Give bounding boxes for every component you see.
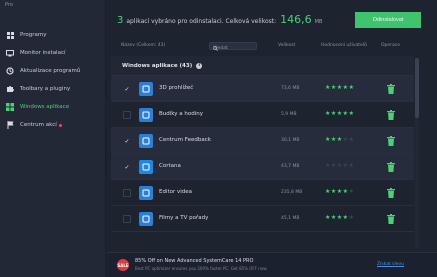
column-name[interactable]: Název (Celkem: 43) bbox=[121, 43, 165, 48]
table-row[interactable]: Filmy a TV pořady 45,1 MB ★★★★★ bbox=[111, 206, 414, 232]
app-list: Windows aplikace (43) i ✓ 3D prohlížeč 73,… bbox=[111, 56, 414, 249]
sale-icon: SALE bbox=[117, 259, 129, 271]
windows-apps-icon bbox=[6, 103, 14, 111]
sidebar: Pro Programy Monitor instalací Aktualiza… bbox=[0, 0, 106, 277]
sidebar-nav: Programy Monitor instalací Aktualizace p… bbox=[0, 26, 106, 134]
app-size: 235,8 MB bbox=[281, 190, 303, 195]
table-row[interactable]: ✓ 3D prohlížeč 73,6 MB ★★★★★ bbox=[111, 76, 414, 102]
app-size: 5,9 MB bbox=[281, 112, 297, 117]
app-size: 30,1 MB bbox=[281, 138, 300, 143]
search-placeholder: Hledat bbox=[213, 46, 228, 51]
film-icon bbox=[139, 212, 153, 226]
sidebar-item-label: Windows aplikace bbox=[20, 104, 70, 110]
table-row[interactable]: Editor videa 235,8 MB ★★★★★ bbox=[111, 180, 414, 206]
star-icon: ★ bbox=[348, 188, 355, 195]
main-panel: 3 aplikací vybráno pro odinstalaci. Celk… bbox=[107, 0, 437, 277]
trash-icon[interactable] bbox=[387, 214, 395, 224]
promo-link[interactable]: Získat slevu bbox=[377, 262, 404, 267]
notification-badge bbox=[58, 123, 62, 127]
rating-stars: ★★★★★ bbox=[325, 188, 354, 195]
checkbox-unchecked[interactable] bbox=[123, 215, 131, 223]
table-row[interactable]: ✓ Cortana 43,7 MB ★★★★★ bbox=[111, 154, 414, 180]
flag-icon bbox=[6, 121, 14, 129]
sidebar-item-toolbars[interactable]: Toolbary a pluginy bbox=[0, 80, 106, 98]
sidebar-item-label: Toolbary a pluginy bbox=[20, 86, 71, 92]
app-window: Pro Programy Monitor instalací Aktualiza… bbox=[0, 0, 437, 277]
app-size: 45,1 MB bbox=[281, 216, 300, 221]
rating-stars: ★★★★★ bbox=[325, 136, 354, 143]
total-size: 146,6 bbox=[280, 13, 312, 26]
search-input[interactable]: Hledat bbox=[209, 42, 257, 51]
grid-icon bbox=[6, 31, 14, 39]
total-size-unit: MB bbox=[314, 19, 323, 25]
sidebar-item-label: Centrum akcí bbox=[20, 122, 57, 128]
checkbox-unchecked[interactable] bbox=[123, 111, 131, 119]
rating-stars: ★★★★★ bbox=[325, 84, 354, 91]
app-size: 73,6 MB bbox=[281, 86, 300, 91]
column-rating[interactable]: Hodnocení uživatelů bbox=[321, 43, 367, 48]
sidebar-item-updates[interactable]: Aktualizace programů bbox=[0, 62, 106, 80]
star-icon: ★ bbox=[348, 84, 355, 91]
app-name: Centrum Feedback bbox=[159, 137, 211, 143]
selection-summary: 3 aplikací vybráno pro odinstalaci. Celk… bbox=[117, 13, 322, 27]
app-name: Budíky a hodiny bbox=[159, 111, 203, 117]
scrollbar-thumb[interactable] bbox=[415, 58, 419, 118]
summary-text: aplikací vybráno pro odinstalaci. Celkov… bbox=[126, 18, 277, 25]
group-label: Windows aplikace (43) bbox=[122, 62, 193, 69]
sidebar-item-label: Programy bbox=[20, 32, 47, 38]
star-icon: ★ bbox=[348, 136, 355, 143]
table-row[interactable]: ✓ Centrum Feedback 30,1 MB ★★★★★ bbox=[111, 128, 414, 154]
refresh-icon bbox=[6, 67, 14, 75]
promo-title: 85% Off on New Advanced SystemCare 14 PR… bbox=[135, 258, 254, 264]
checkbox-checked[interactable]: ✓ bbox=[123, 163, 131, 171]
group-header[interactable]: Windows aplikace (43) i bbox=[111, 56, 414, 76]
app-name: 3D prohlížeč bbox=[159, 85, 194, 91]
puzzle-icon bbox=[6, 85, 14, 93]
brand-label: Pro bbox=[5, 2, 13, 8]
promo-banner: SALE 85% Off on New Advanced SystemCare … bbox=[107, 252, 437, 277]
rating-stars: ★★★★★ bbox=[325, 162, 354, 169]
sidebar-item-action-center[interactable]: Centrum akcí bbox=[0, 116, 106, 134]
promo-subtitle: Best PC optimizer ensures you 200% faste… bbox=[135, 266, 268, 271]
column-header: Název (Celkem: 43) Hledat Velikost Hodno… bbox=[107, 40, 417, 52]
app-rows: ✓ 3D prohlížeč 73,6 MB ★★★★★ Budíky a hodiny… bbox=[111, 76, 414, 232]
sidebar-item-windows-apps[interactable]: Windows aplikace bbox=[0, 98, 106, 116]
monitor-icon bbox=[6, 49, 14, 57]
app-name: Editor videa bbox=[159, 189, 193, 195]
trash-icon[interactable] bbox=[387, 110, 395, 120]
rating-stars: ★★★★★ bbox=[325, 214, 354, 221]
clock-icon bbox=[139, 108, 153, 122]
column-action: Operace bbox=[381, 43, 401, 48]
info-icon[interactable]: i bbox=[196, 62, 203, 69]
selected-count: 3 bbox=[117, 15, 124, 26]
checkbox-checked[interactable]: ✓ bbox=[123, 137, 131, 145]
table-row[interactable]: Budíky a hodiny 5,9 MB ★★★★★ bbox=[111, 102, 414, 128]
app-name: Filmy a TV pořady bbox=[159, 215, 209, 221]
feedback-icon bbox=[139, 134, 153, 148]
sidebar-item-programs[interactable]: Programy bbox=[0, 26, 106, 44]
trash-icon[interactable] bbox=[387, 188, 395, 198]
sidebar-item-label: Aktualizace programů bbox=[20, 68, 81, 74]
video-icon bbox=[139, 186, 153, 200]
cube-icon bbox=[139, 82, 153, 96]
star-icon: ★ bbox=[348, 162, 355, 169]
uninstall-button[interactable]: Odinstalovat bbox=[355, 12, 421, 28]
sidebar-item-label: Monitor instalací bbox=[20, 50, 66, 56]
column-size[interactable]: Velikost bbox=[278, 43, 295, 48]
checkbox-checked[interactable]: ✓ bbox=[123, 85, 131, 93]
app-name: Cortana bbox=[159, 163, 181, 169]
star-icon: ★ bbox=[348, 214, 355, 221]
scrollbar[interactable] bbox=[415, 58, 419, 248]
checkbox-unchecked[interactable] bbox=[123, 189, 131, 197]
trash-icon[interactable] bbox=[387, 136, 395, 146]
app-size: 43,7 MB bbox=[281, 164, 300, 169]
trash-icon[interactable] bbox=[387, 162, 395, 172]
sidebar-item-install-monitor[interactable]: Monitor instalací bbox=[0, 44, 106, 62]
star-icon: ★ bbox=[348, 110, 355, 117]
trash-icon[interactable] bbox=[387, 84, 395, 94]
cortana-icon bbox=[139, 160, 153, 174]
rating-stars: ★★★★★ bbox=[325, 110, 354, 117]
